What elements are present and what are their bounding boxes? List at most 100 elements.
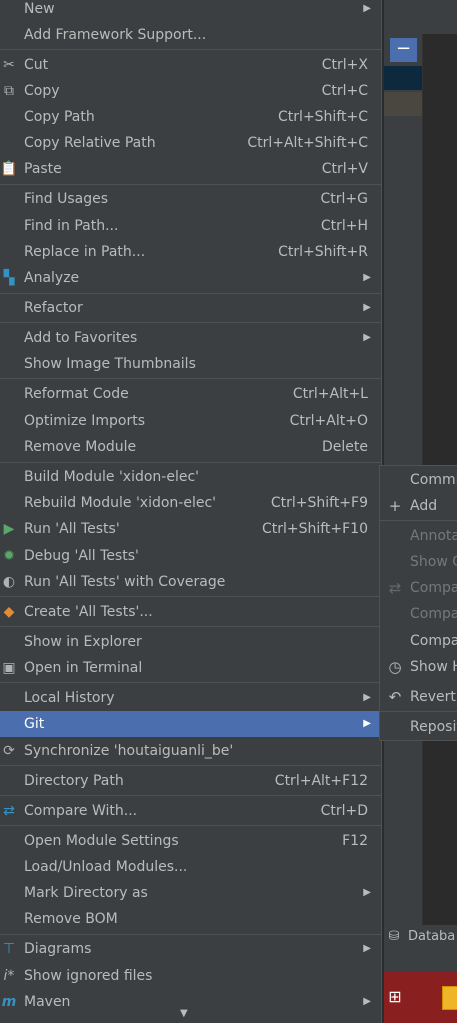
git-submenu-item-compare-2[interactable]: Compa	[380, 601, 457, 627]
menu-item-shortcut: Ctrl+Alt+Shift+C	[247, 135, 368, 151]
menu-item-label: Create 'All Tests'...	[24, 604, 153, 620]
menu-item-diagrams[interactable]: ⊤ Diagrams ▶	[0, 936, 381, 962]
menu-item-label: Synchronize 'houtaiguanli_be'	[24, 743, 234, 759]
menu-item-open-in-terminal[interactable]: ▣ Open in Terminal	[0, 655, 381, 681]
git-submenu-item-label: Compa	[410, 580, 457, 596]
menu-item-label: Copy	[24, 83, 60, 99]
menu-separator	[0, 795, 381, 796]
menu-item-compare-with[interactable]: ⇄ Compare With... Ctrl+D	[0, 798, 381, 824]
database-tool-tab[interactable]: ⛁ Databa	[386, 926, 457, 948]
menu-item-label: Compare With...	[24, 803, 138, 819]
scissors-icon: ✂	[3, 57, 15, 73]
run-icon: ▶	[3, 521, 15, 537]
menu-item-create-all-tests[interactable]: ◆ Create 'All Tests'...	[0, 599, 381, 625]
submenu-arrow-icon: ▶	[363, 272, 371, 283]
menu-item-git[interactable]: Git ▶	[0, 711, 381, 737]
submenu-arrow-icon: ▶	[363, 887, 371, 898]
menu-item-label: Open Module Settings	[24, 833, 179, 849]
menu-item-label: Analyze	[24, 270, 80, 286]
git-submenu-item-label: Show G	[410, 554, 457, 570]
git-submenu-separator	[380, 711, 457, 712]
menu-item-show-in-explorer[interactable]: Show in Explorer	[0, 629, 381, 655]
menu-item-build-module[interactable]: Build Module 'xidon-elec'	[0, 464, 381, 490]
menu-item-label: Local History	[24, 690, 115, 706]
menu-item-load-unload-modules[interactable]: Load/Unload Modules...	[0, 854, 381, 880]
menu-item-label: Replace in Path...	[24, 244, 146, 260]
git-submenu-item-revert[interactable]: ↶ Revert.	[380, 684, 457, 710]
menu-item-mark-directory-as[interactable]: Mark Directory as ▶	[0, 880, 381, 906]
menu-item-show-ignored-files[interactable]: i* Show ignored files	[0, 963, 381, 989]
menu-item-label: Directory Path	[24, 773, 124, 789]
git-submenu-item-compare-3[interactable]: Compa	[380, 628, 457, 654]
menu-item-refactor[interactable]: Refactor ▶	[0, 295, 381, 321]
menu-item-find-in-path[interactable]: Find in Path... Ctrl+H	[0, 213, 381, 239]
menu-item-label: Build Module 'xidon-elec'	[24, 469, 200, 485]
menu-item-copy-relative-path[interactable]: Copy Relative Path Ctrl+Alt+Shift+C	[0, 130, 381, 156]
submenu-arrow-icon: ▶	[363, 302, 371, 313]
menu-separator	[0, 293, 381, 294]
menu-item-rebuild-module[interactable]: Rebuild Module 'xidon-elec' Ctrl+Shift+F…	[0, 490, 381, 516]
menu-item-add-to-favorites[interactable]: Add to Favorites ▶	[0, 325, 381, 351]
menu-item-label: Mark Directory as	[24, 885, 148, 901]
database-icon: ⛁	[388, 929, 400, 944]
menu-separator	[0, 825, 381, 826]
menu-item-label: Copy Relative Path	[24, 135, 156, 151]
menu-item-label: Load/Unload Modules...	[24, 859, 188, 875]
git-submenu-item-label: Compa	[410, 606, 457, 622]
git-submenu-item-add[interactable]: + Add	[380, 493, 457, 519]
diagrams-icon: ⊤	[2, 941, 16, 957]
menu-item-show-image-thumbnails[interactable]: Show Image Thumbnails	[0, 351, 381, 377]
menu-item-analyze[interactable]: ▚ Analyze ▶	[0, 265, 381, 291]
revert-icon: ↶	[388, 688, 402, 706]
git-submenu-item-label: Reposit	[410, 719, 457, 735]
menu-item-label: Show in Explorer	[24, 634, 142, 650]
git-submenu-item-repository[interactable]: Reposit	[380, 714, 457, 740]
menu-item-shortcut: Ctrl+Alt+F12	[274, 773, 368, 789]
database-tool-tab-label: Databa	[408, 929, 456, 944]
menu-item-directory-path[interactable]: Directory Path Ctrl+Alt+F12	[0, 768, 381, 794]
git-submenu-item-show-history[interactable]: ◷ Show H	[380, 654, 457, 680]
menu-item-label: Rebuild Module 'xidon-elec'	[24, 495, 217, 511]
git-submenu-item-show-git[interactable]: Show G	[380, 549, 457, 575]
menu-item-label: Optimize Imports	[24, 413, 145, 429]
task-view-icon[interactable]: ⊞	[384, 986, 406, 1008]
git-submenu-item-commit[interactable]: Commi	[380, 467, 457, 493]
menu-item-shortcut: Delete	[322, 439, 368, 455]
menu-item-open-module-settings[interactable]: Open Module Settings F12	[0, 828, 381, 854]
editor-title-strip	[384, 0, 457, 34]
submenu-arrow-icon: ▶	[363, 718, 371, 729]
menu-item-shortcut: Ctrl+D	[320, 803, 368, 819]
menu-item-new[interactable]: New ▶	[0, 0, 381, 22]
menu-item-paste[interactable]: 📋 Paste Ctrl+V	[0, 156, 381, 182]
collapse-all-button[interactable]: −	[390, 38, 417, 62]
menu-item-run-all-tests[interactable]: ▶ Run 'All Tests' Ctrl+Shift+F10	[0, 516, 381, 542]
menu-item-copy[interactable]: ⧉ Copy Ctrl+C	[0, 78, 381, 104]
menu-scroll-down-icon[interactable]: ▼	[180, 1008, 188, 1019]
menu-item-remove-bom[interactable]: Remove BOM	[0, 906, 381, 932]
menu-item-synchronize[interactable]: ⟳ Synchronize 'houtaiguanli_be'	[0, 738, 381, 764]
git-submenu-item-annotate[interactable]: Annotat	[380, 523, 457, 549]
menu-item-reformat-code[interactable]: Reformat Code Ctrl+Alt+L	[0, 381, 381, 407]
menu-item-debug-all-tests[interactable]: ✹ Debug 'All Tests'	[0, 543, 381, 569]
menu-item-copy-path[interactable]: Copy Path Ctrl+Shift+C	[0, 104, 381, 130]
menu-item-maven[interactable]: m Maven ▶	[0, 989, 381, 1015]
menu-item-local-history[interactable]: Local History ▶	[0, 685, 381, 711]
git-submenu-item-compare-1[interactable]: ⇄ Compa	[380, 575, 457, 601]
compare-icon: ⇄	[388, 579, 402, 597]
git-submenu-item-label: Add	[410, 498, 438, 514]
menu-item-cut[interactable]: ✂ Cut Ctrl+X	[0, 52, 381, 78]
clipboard-icon: 📋	[0, 161, 18, 177]
menu-item-shortcut: Ctrl+Alt+O	[289, 413, 368, 429]
menu-item-label: Show ignored files	[24, 968, 153, 984]
project-tree-selected-row[interactable]	[384, 66, 422, 90]
menu-item-shortcut: Ctrl+H	[320, 218, 368, 234]
menu-item-optimize-imports[interactable]: Optimize Imports Ctrl+Alt+O	[0, 408, 381, 434]
menu-item-replace-in-path[interactable]: Replace in Path... Ctrl+Shift+R	[0, 239, 381, 265]
menu-item-add-framework-support[interactable]: Add Framework Support...	[0, 22, 381, 48]
project-tree-highlight-row[interactable]	[384, 92, 422, 116]
menu-item-find-usages[interactable]: Find Usages Ctrl+G	[0, 186, 381, 212]
file-explorer-icon[interactable]	[442, 986, 457, 1010]
menu-item-run-with-coverage[interactable]: ◐ Run 'All Tests' with Coverage	[0, 569, 381, 595]
menu-item-remove-module[interactable]: Remove Module Delete	[0, 434, 381, 460]
project-context-menu: New ▶ Add Framework Support... ✂ Cut Ctr…	[0, 0, 382, 1023]
